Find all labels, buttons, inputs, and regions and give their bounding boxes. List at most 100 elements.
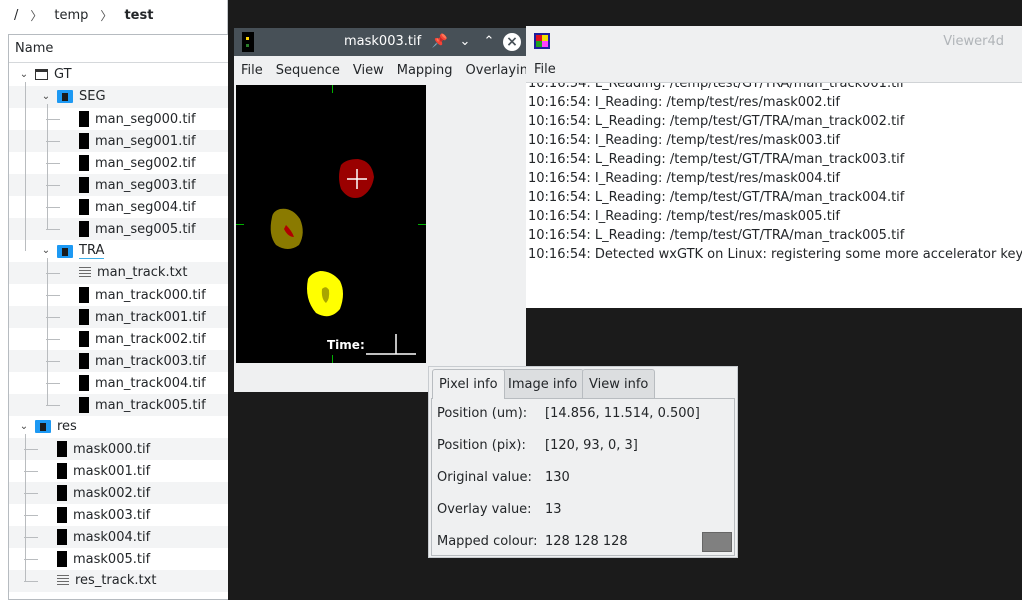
tree-file-row[interactable]: man_track005.tif [9, 394, 228, 416]
tree-connector [24, 471, 38, 472]
tree-connector [46, 229, 60, 230]
tree-file-row[interactable]: man_seg001.tif [9, 130, 228, 152]
breadcrumb-temp[interactable]: temp [52, 8, 90, 23]
tab-image-info[interactable]: Image info [501, 369, 585, 399]
log-line: 10:16:54: L_Reading: /temp/test/GT/TRA/m… [528, 82, 905, 91]
position-pix-label: Position (pix): [437, 438, 526, 453]
tree-item-label: man_seg000.tif [95, 111, 196, 127]
tree-file-row[interactable]: man_seg004.tif [9, 196, 228, 218]
tree-connector [24, 449, 38, 450]
tree-item-label: man_track.txt [97, 265, 188, 280]
tree-file-row[interactable]: mask000.tif [9, 438, 228, 460]
tab-view-info[interactable]: View info [582, 369, 656, 399]
position-um-value: [14.856, 11.514, 0.500] [545, 406, 700, 421]
tree-item-label: man_track005.tif [95, 397, 206, 413]
tree-item-label: man_track001.tif [95, 309, 206, 325]
menu-sequence[interactable]: Sequence [276, 63, 340, 78]
mapped-colour-swatch [702, 532, 732, 552]
breadcrumb-root[interactable]: / [12, 8, 20, 23]
tree-item-label: man_track000.tif [95, 287, 206, 303]
tree-connector [46, 185, 60, 186]
expand-toggle-icon[interactable]: ⌄ [41, 92, 51, 102]
tree-connector [24, 559, 38, 560]
tree-file-row[interactable]: mask001.tif [9, 460, 228, 482]
pin-icon[interactable]: 📌 [431, 33, 449, 51]
tree-file-row[interactable]: man_track003.tif [9, 350, 228, 372]
breadcrumb-test[interactable]: test [122, 8, 155, 23]
tree-file-row[interactable]: man_track001.tif [9, 306, 228, 328]
tree-item-label: man_seg002.tif [95, 155, 196, 171]
tree-folder-row[interactable]: ⌄ res [9, 416, 228, 438]
log-line: 10:16:54: I_Reading: /temp/test/res/mask… [528, 133, 840, 148]
tree-file-row[interactable]: man_seg003.tif [9, 174, 228, 196]
tree-file-row[interactable]: man_track000.tif [9, 284, 228, 306]
viewer4d-icon [534, 33, 550, 49]
viewer-titlebar[interactable]: Viewer4d [526, 26, 1022, 56]
tree-connector [24, 493, 38, 494]
tree-item-label: SEG [79, 89, 106, 104]
expand-toggle-icon[interactable]: ⌄ [19, 70, 29, 80]
tree-item-label: res [57, 419, 77, 434]
tree-file-row[interactable]: man_seg000.tif [9, 108, 228, 130]
tree-file-row[interactable]: res_track.txt [9, 570, 228, 592]
menu-mapping[interactable]: Mapping [397, 63, 453, 78]
image-canvas[interactable]: Time: [236, 85, 426, 363]
tree-connector [46, 163, 60, 164]
app-icon [242, 32, 254, 52]
tree-connector [46, 405, 60, 406]
tif-file-icon [57, 463, 67, 479]
expand-toggle-icon[interactable]: ⌄ [19, 422, 29, 432]
column-header-name[interactable]: Name [9, 35, 228, 63]
tree-item-label: man_seg004.tif [95, 199, 196, 215]
tree-item-label: GT [54, 67, 72, 82]
tree-connector [46, 119, 60, 120]
tree-item-label: man_track002.tif [95, 331, 206, 347]
tree-item-label: mask001.tif [73, 463, 151, 479]
tab-pixel-info[interactable]: Pixel info [432, 369, 505, 399]
time-label: Time: [327, 338, 365, 352]
maximize-icon[interactable]: ⌃ [480, 33, 498, 51]
menu-file[interactable]: File [241, 63, 263, 78]
tif-file-icon [57, 507, 67, 523]
text-file-icon [57, 574, 69, 587]
mapped-colour-label: Mapped colour: [437, 534, 538, 549]
tree-file-row[interactable]: man_track.txt [9, 262, 228, 284]
tree-connector [46, 207, 60, 208]
file-manager-panel: / 〉 temp 〉 test Name ⌄ GT ⌄ SEG man_seg000.t… [0, 0, 228, 600]
viewer-menu-file[interactable]: File [534, 62, 556, 77]
tree-file-row[interactable]: mask005.tif [9, 548, 228, 570]
close-icon[interactable]: × [503, 33, 521, 51]
tree-file-row[interactable]: mask004.tif [9, 526, 228, 548]
mask-window-titlebar[interactable]: mask003.tif 📌 ⌄ ⌃ × [234, 28, 526, 56]
tree-file-row[interactable]: man_seg002.tif [9, 152, 228, 174]
tree-file-row[interactable]: man_track002.tif [9, 328, 228, 350]
tif-file-icon [79, 397, 89, 413]
mapped-colour-value: 128 128 128 [545, 534, 628, 549]
window-title: mask003.tif [344, 34, 422, 49]
log-line: 10:16:54: L_Reading: /temp/test/GT/TRA/m… [528, 152, 905, 167]
mask-menubar: File Sequence View Mapping Overlaying [234, 56, 536, 84]
tree-file-row[interactable]: man_track004.tif [9, 372, 228, 394]
tree-folder-row[interactable]: ⌄ GT [9, 64, 228, 86]
tree-file-row[interactable]: mask002.tif [9, 482, 228, 504]
expand-toggle-icon[interactable]: ⌄ [41, 246, 51, 256]
minimize-icon[interactable]: ⌄ [456, 33, 474, 51]
tree-folder-row[interactable]: ⌄ SEG [9, 86, 228, 108]
menu-view[interactable]: View [353, 63, 384, 78]
tree-connector [24, 515, 38, 516]
folder-icon [57, 90, 73, 103]
chevron-right-icon: 〉 [100, 8, 113, 23]
viewer4d-window: Viewer4d File 10:16:54: L_Reading: /temp… [526, 26, 1022, 308]
log-line: 10:16:54: L_Reading: /temp/test/GT/TRA/m… [528, 228, 905, 243]
tree-file-row[interactable]: mask003.tif [9, 504, 228, 526]
overlay-value: 13 [545, 502, 562, 517]
tree-folder-row[interactable]: ⌄ TRA [9, 240, 228, 262]
tree-guide-line [25, 434, 26, 581]
tree-file-row[interactable]: man_seg005.tif [9, 218, 228, 240]
tree-connector [46, 383, 60, 384]
log-output[interactable]: 10:16:54: L_Reading: /temp/test/GT/TRA/m… [526, 82, 1022, 308]
tree-connector [46, 273, 60, 274]
log-line: 10:16:54: I_Reading: /temp/test/res/mask… [528, 95, 840, 110]
tree-guide-line [47, 258, 48, 405]
text-file-icon [79, 266, 91, 279]
